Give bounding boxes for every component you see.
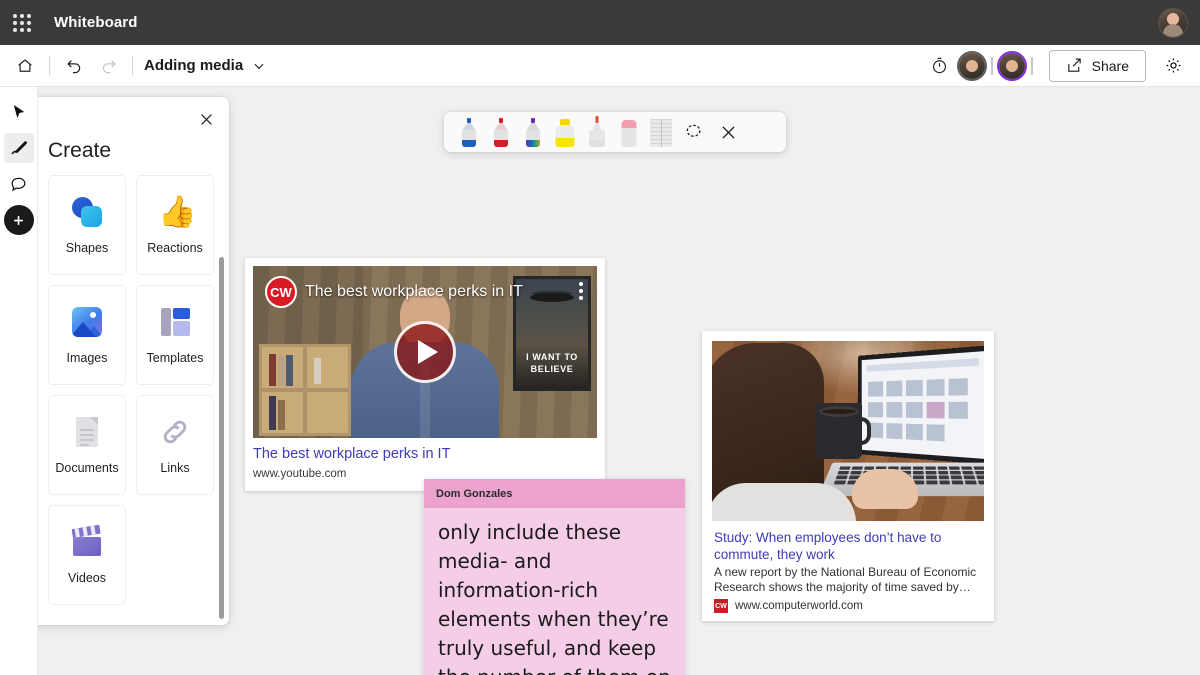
tile-label: Templates xyxy=(146,351,204,365)
tile-label: Videos xyxy=(68,571,106,585)
comment-tool[interactable] xyxy=(4,169,34,199)
sticky-note[interactable]: Dom Gonzales only include these media- a… xyxy=(424,479,685,675)
collaborators xyxy=(956,50,1037,81)
tile-label: Shapes xyxy=(65,241,109,255)
eraser[interactable] xyxy=(614,114,644,150)
pen-tool[interactable] xyxy=(3,133,34,163)
create-tile-videos[interactable]: Videos xyxy=(48,505,126,605)
undo-icon[interactable] xyxy=(57,50,91,82)
divider xyxy=(132,55,133,76)
create-tile-images[interactable]: Images xyxy=(48,285,126,385)
home-icon[interactable] xyxy=(8,50,42,82)
video-link-url: www.youtube.com xyxy=(253,468,347,480)
whiteboard-app: Whiteboard Adding media Share I WANT TO … xyxy=(0,0,1200,675)
timer-icon[interactable] xyxy=(923,50,957,82)
sticky-note-text[interactable]: only include these media- and informatio… xyxy=(424,508,685,675)
channel-logo: CW xyxy=(265,276,297,308)
video-thumbnail[interactable]: I WANT TO BELIEVE CW The best workplace p… xyxy=(253,266,597,438)
redo-icon xyxy=(91,50,125,82)
create-tile-links[interactable]: Links xyxy=(136,395,214,495)
pen-thin[interactable] xyxy=(582,114,612,150)
gear-icon[interactable] xyxy=(1156,50,1190,82)
pen-toolbar xyxy=(444,112,786,152)
shapes-icon xyxy=(70,195,104,229)
create-tile-shapes[interactable]: Shapes xyxy=(48,175,126,275)
share-label: Share xyxy=(1091,57,1129,74)
app-title: Whiteboard xyxy=(54,14,138,31)
play-button-icon[interactable] xyxy=(394,321,456,383)
templates-icon xyxy=(158,305,192,339)
ruler[interactable] xyxy=(646,114,676,150)
tile-label: Links xyxy=(160,461,190,475)
chevron-down-icon[interactable] xyxy=(252,59,266,73)
share-button[interactable]: Share xyxy=(1048,49,1146,82)
highlighter-yellow[interactable] xyxy=(550,114,580,150)
video-overlay-title: The best workplace perks in IT xyxy=(305,283,523,300)
thumbs-up-icon: 👍 xyxy=(158,194,197,229)
create-tile-templates[interactable]: Templates xyxy=(136,285,214,385)
panel-scroll-area[interactable]: Shapes 👍 Reactions Images Templates Docu… xyxy=(28,175,229,625)
pen-rainbow[interactable] xyxy=(518,114,548,150)
share-icon xyxy=(1066,57,1083,74)
image-icon xyxy=(70,305,104,339)
lasso-select-icon[interactable] xyxy=(678,116,710,148)
create-tile-grid: Shapes 👍 Reactions Images Templates Docu… xyxy=(28,175,229,605)
create-panel: Create Shapes 👍 Reactions Images Templat… xyxy=(28,97,229,625)
sticky-note-header: Dom Gonzales xyxy=(424,479,685,508)
panel-scrollbar[interactable] xyxy=(219,257,224,619)
scrollbar-thumb[interactable] xyxy=(219,257,224,619)
bookshelf-decor xyxy=(259,344,351,436)
avatar xyxy=(998,52,1025,79)
video-embed-card[interactable]: I WANT TO BELIEVE CW The best workplace p… xyxy=(245,258,605,491)
command-bar: Adding media Share xyxy=(0,45,1200,87)
presence-indicator xyxy=(990,56,993,75)
close-icon[interactable] xyxy=(712,116,744,148)
video-link-title[interactable]: The best workplace perks in IT xyxy=(253,446,593,462)
top-bar: Whiteboard xyxy=(0,0,1200,45)
collaborator-avatar[interactable] xyxy=(996,50,1027,81)
tile-label: Images xyxy=(66,351,108,365)
video-clapper-icon xyxy=(70,524,104,559)
collaborator-avatar[interactable] xyxy=(956,50,987,81)
tile-label: Reactions xyxy=(147,241,203,255)
select-tool[interactable] xyxy=(4,97,34,127)
link-title[interactable]: Study: When employees don’t have to comm… xyxy=(714,529,976,563)
app-launcher-icon[interactable] xyxy=(12,13,32,33)
link-url: www.computerworld.com xyxy=(735,600,863,612)
article-thumbnail-image xyxy=(712,341,984,521)
create-tool[interactable] xyxy=(3,205,34,235)
document-icon xyxy=(70,415,104,449)
board-title: Adding media xyxy=(144,57,244,74)
pen-red[interactable] xyxy=(486,114,516,150)
link-preview-card[interactable]: Study: When employees don’t have to comm… xyxy=(702,331,994,621)
link-description: A new report by the National Bureau of E… xyxy=(714,565,977,594)
presence-indicator xyxy=(1030,56,1033,75)
close-icon[interactable] xyxy=(193,106,219,132)
link-source: CW www.computerworld.com xyxy=(714,599,863,613)
link-chain-icon xyxy=(158,415,192,449)
avatar xyxy=(958,52,985,79)
sticky-note-author: Dom Gonzales xyxy=(436,487,513,500)
tile-label: Documents xyxy=(55,461,119,475)
divider xyxy=(49,55,50,76)
avatar[interactable] xyxy=(1158,7,1188,38)
favicon-icon: CW xyxy=(714,599,728,613)
tool-rail xyxy=(0,87,38,675)
create-tile-reactions[interactable]: 👍 Reactions xyxy=(136,175,214,275)
create-tile-documents[interactable]: Documents xyxy=(48,395,126,495)
pen-blue[interactable] xyxy=(454,114,484,150)
more-options-icon[interactable] xyxy=(579,282,583,300)
